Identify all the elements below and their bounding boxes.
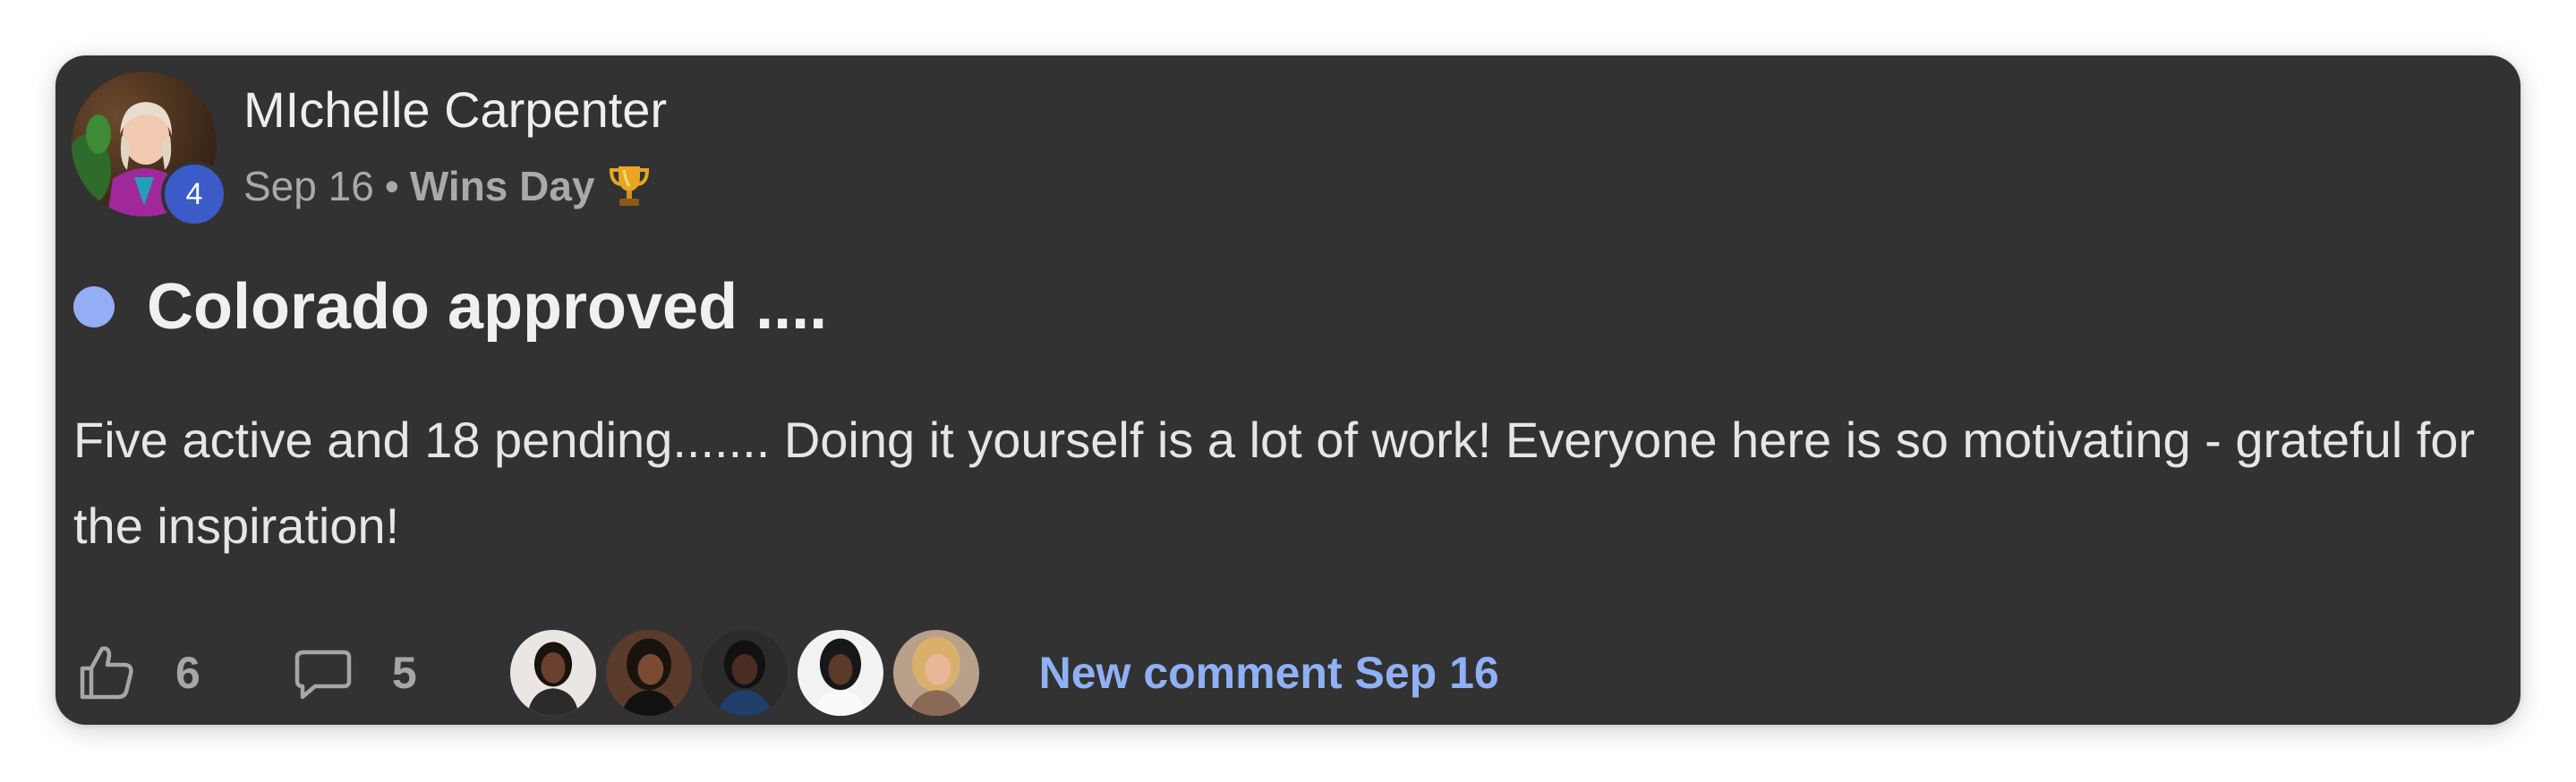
thumbs-up-icon bbox=[80, 646, 133, 700]
post-footer: 6 5 New comment Sep 16 bbox=[75, 626, 1499, 719]
level-badge: 4 bbox=[161, 161, 227, 227]
commenter-avatar-image bbox=[892, 630, 979, 716]
commenter-avatar[interactable] bbox=[697, 626, 791, 719]
comment-button[interactable] bbox=[292, 642, 354, 704]
commenter-avatar-image bbox=[797, 630, 883, 716]
post-meta: MIchelle Carpenter Sep 16 • Wins Day bbox=[243, 79, 667, 213]
commenter-avatars[interactable] bbox=[506, 626, 985, 719]
like-count: 6 bbox=[175, 648, 200, 698]
post-category[interactable]: Wins Day bbox=[410, 159, 595, 213]
post-header: 4 MIchelle Carpenter Sep 16 • Wins Day bbox=[72, 72, 667, 233]
post-date[interactable]: Sep 16 bbox=[243, 159, 374, 213]
post-title[interactable]: Colorado approved .... bbox=[147, 267, 827, 347]
post-title-row[interactable]: Colorado approved .... bbox=[73, 267, 827, 347]
commenter-avatar-image bbox=[605, 630, 692, 716]
post-body: Five active and 18 pending....... Doing … bbox=[73, 412, 2476, 554]
post-subline: Sep 16 • Wins Day bbox=[243, 159, 667, 213]
commenter-avatar[interactable] bbox=[601, 626, 695, 719]
commenter-avatar-image bbox=[701, 630, 788, 716]
trophy-icon bbox=[609, 166, 649, 206]
commenter-avatar[interactable] bbox=[506, 626, 600, 719]
author-avatar-wrapper[interactable]: 4 bbox=[72, 72, 227, 227]
like-button[interactable] bbox=[75, 642, 138, 704]
commenter-avatar[interactable] bbox=[793, 626, 887, 719]
commenter-avatar-image bbox=[509, 630, 596, 716]
unread-dot-icon bbox=[73, 286, 115, 327]
comment-count: 5 bbox=[391, 648, 417, 698]
author-name[interactable]: MIchelle Carpenter bbox=[243, 79, 667, 141]
post-card[interactable]: 4 MIchelle Carpenter Sep 16 • Wins Day C… bbox=[55, 55, 2521, 725]
meta-separator: • bbox=[384, 163, 399, 209]
comment-bubble-icon bbox=[294, 650, 352, 700]
new-comment-link[interactable]: New comment Sep 16 bbox=[1039, 647, 1499, 699]
commenter-avatar[interactable] bbox=[889, 626, 983, 719]
